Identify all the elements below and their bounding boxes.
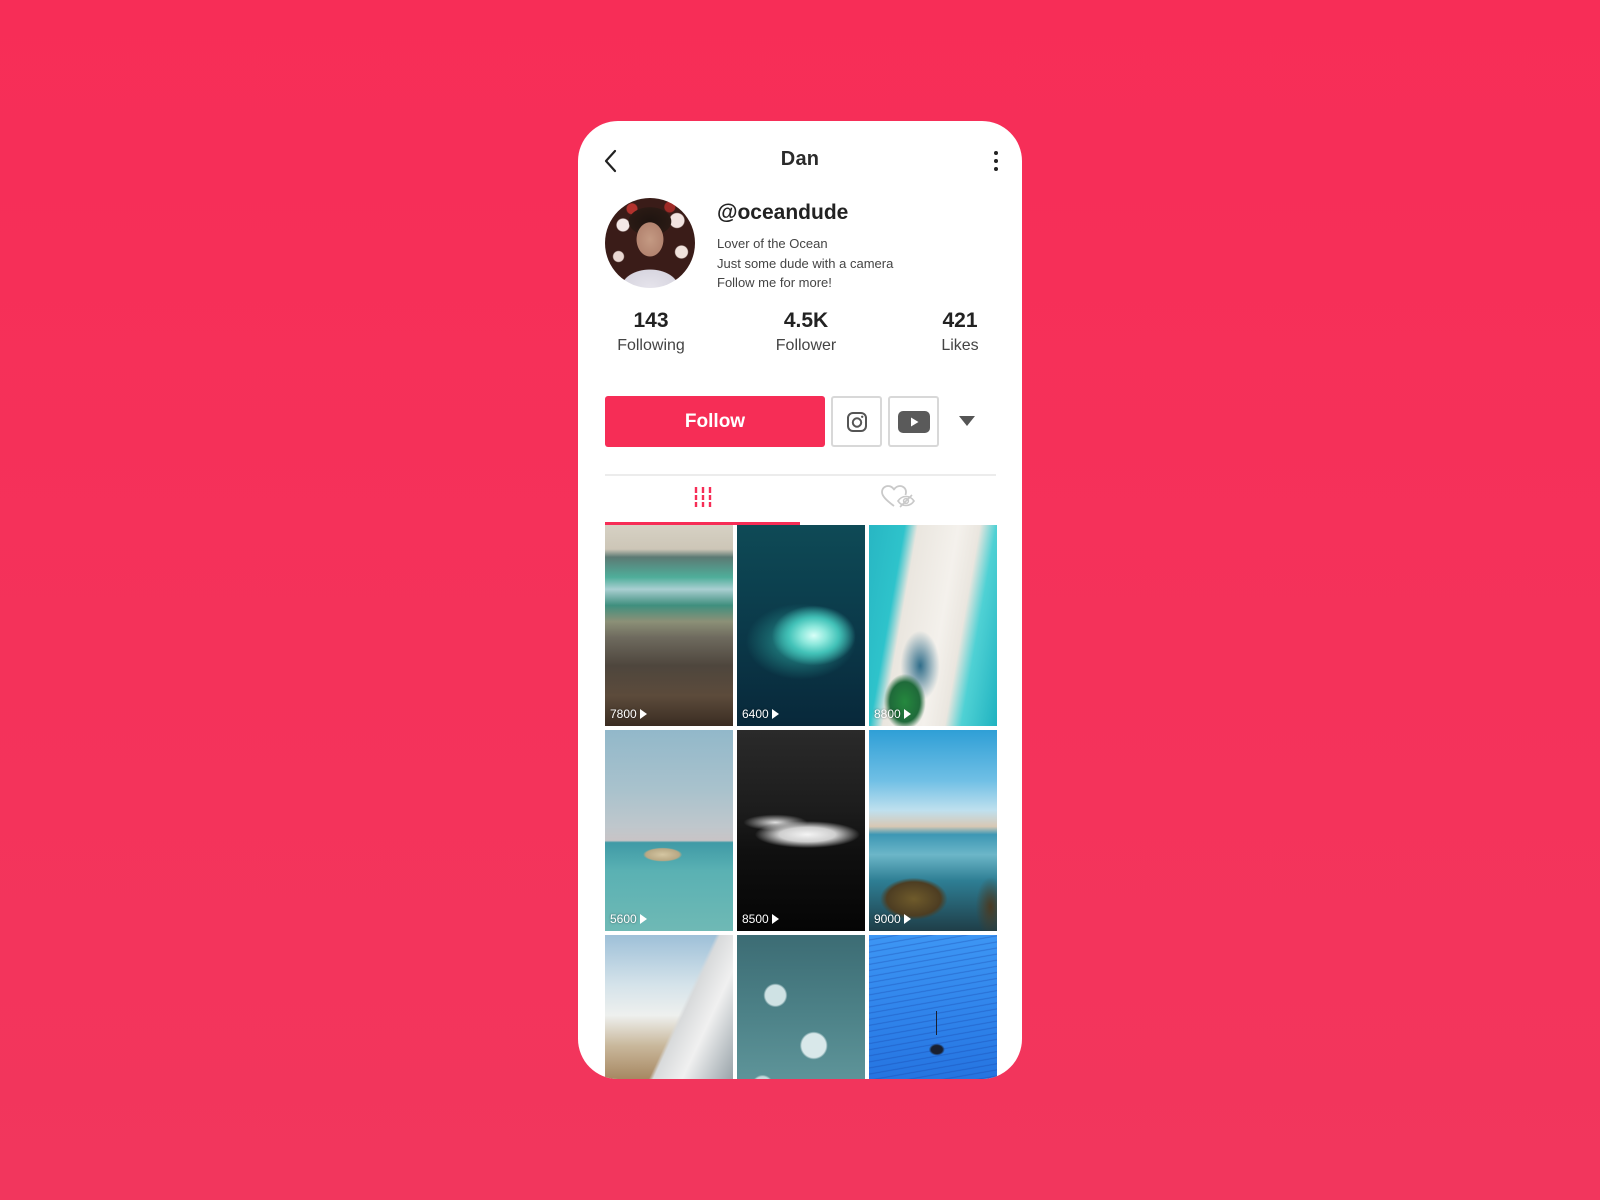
stat-label: Follower bbox=[775, 337, 837, 354]
phone-screen: Dan @oceandude Lover of the Ocean Just s… bbox=[578, 121, 1022, 1079]
instagram-icon bbox=[846, 411, 867, 432]
view-count-value: 6400 bbox=[742, 707, 769, 721]
stat-value: 421 bbox=[942, 309, 978, 332]
bio-line: Follow me for more! bbox=[717, 275, 832, 290]
view-count: 9000 bbox=[874, 912, 911, 926]
play-icon bbox=[771, 914, 779, 924]
play-icon bbox=[903, 914, 911, 924]
video-thumbnail[interactable]: 6400 bbox=[737, 525, 865, 726]
video-thumbnail[interactable] bbox=[605, 935, 733, 1079]
stat-value: 4.5K bbox=[783, 309, 829, 332]
hidden-heart-icon bbox=[880, 485, 915, 508]
view-count: 8500 bbox=[742, 912, 779, 926]
section-divider bbox=[605, 474, 996, 476]
view-count: 7800 bbox=[610, 707, 647, 721]
view-count-value: 7800 bbox=[610, 707, 637, 721]
tab-videos[interactable] bbox=[605, 477, 800, 517]
play-icon bbox=[639, 709, 647, 719]
video-thumbnail[interactable] bbox=[737, 935, 865, 1079]
video-thumbnail[interactable]: 8800 bbox=[869, 525, 997, 726]
video-thumbnail[interactable]: 8500 bbox=[737, 730, 865, 931]
play-icon bbox=[903, 709, 911, 719]
video-thumbnail[interactable]: 7800 bbox=[605, 525, 733, 726]
more-options-button[interactable] bbox=[990, 149, 1002, 173]
view-count-value: 5600 bbox=[610, 912, 637, 926]
avatar[interactable] bbox=[605, 198, 695, 288]
page-title: Dan bbox=[780, 148, 820, 170]
follow-button[interactable]: Follow bbox=[605, 396, 825, 447]
stat-likes[interactable]: 421 Likes bbox=[900, 308, 1020, 357]
play-icon bbox=[771, 709, 779, 719]
stat-followers[interactable]: 4.5K Follower bbox=[746, 308, 866, 357]
vertical-dots-icon bbox=[994, 167, 998, 171]
view-count: 6400 bbox=[742, 707, 779, 721]
grid-bars-icon bbox=[694, 487, 711, 507]
video-grid: 7800 6400 8800 5600 8500 9000 bbox=[605, 525, 997, 1079]
view-count: 8800 bbox=[874, 707, 911, 721]
view-count-value: 8500 bbox=[742, 912, 769, 926]
stat-label: Following bbox=[617, 337, 685, 354]
video-thumbnail[interactable]: 5600 bbox=[605, 730, 733, 931]
profile-stats: 143 Following 4.5K Follower 421 Likes bbox=[578, 308, 1022, 368]
youtube-icon bbox=[897, 410, 930, 433]
bio-line: Lover of the Ocean bbox=[717, 236, 828, 251]
bio: Lover of the Ocean Just some dude with a… bbox=[717, 234, 893, 293]
instagram-button[interactable] bbox=[831, 396, 882, 447]
video-thumbnail[interactable]: 9000 bbox=[869, 730, 997, 931]
youtube-button[interactable] bbox=[888, 396, 939, 447]
view-count: 5600 bbox=[610, 912, 647, 926]
stat-label: Likes bbox=[941, 337, 979, 354]
boat-mast bbox=[935, 1011, 937, 1036]
username-handle: @oceandude bbox=[717, 201, 849, 224]
vertical-dots-icon bbox=[994, 151, 998, 155]
video-thumbnail[interactable] bbox=[869, 935, 997, 1079]
stat-following[interactable]: 143 Following bbox=[591, 308, 711, 357]
view-count-value: 9000 bbox=[874, 912, 901, 926]
caret-down-icon bbox=[959, 416, 975, 426]
vertical-dots-icon bbox=[994, 159, 998, 163]
bio-line: Just some dude with a camera bbox=[717, 255, 894, 271]
stat-value: 143 bbox=[633, 309, 669, 332]
top-bar: Dan bbox=[578, 121, 1022, 201]
tab-liked-videos[interactable] bbox=[800, 477, 995, 517]
play-icon bbox=[639, 914, 647, 924]
more-actions-dropdown[interactable] bbox=[955, 411, 979, 431]
view-count-value: 8800 bbox=[874, 707, 901, 721]
